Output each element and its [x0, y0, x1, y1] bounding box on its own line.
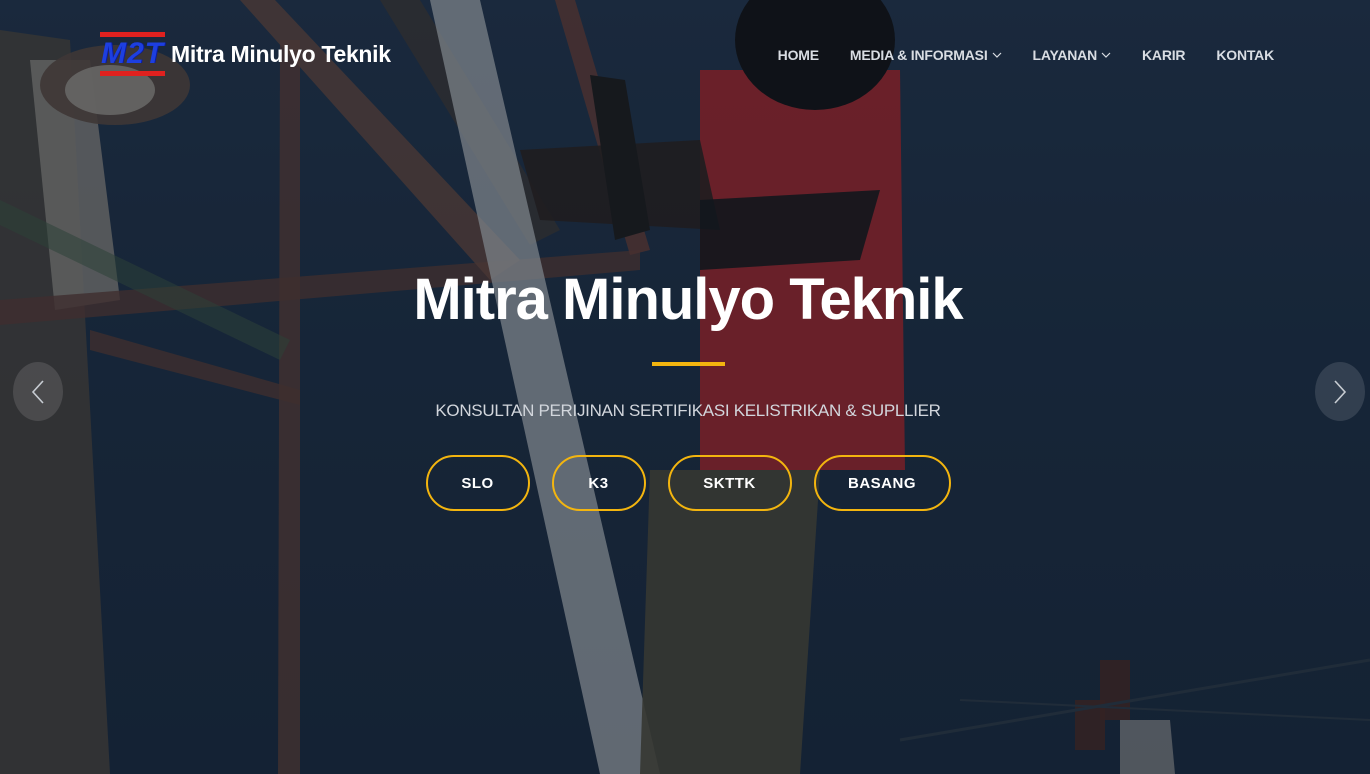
- nav-item-layanan[interactable]: LAYANAN: [1033, 44, 1111, 66]
- hero-subtitle: KONSULTAN PERIJINAN SERTIFIKASI KELISTRI…: [435, 401, 941, 420]
- title-divider: [652, 362, 725, 366]
- hero-dark-overlay: [0, 0, 1370, 774]
- nav-item-label: LAYANAN: [1032, 47, 1098, 63]
- hero-title: Mitra Minulyo Teknik: [413, 267, 963, 332]
- brand-link[interactable]: M2T Mitra Minulyo Teknik: [100, 32, 391, 76]
- logo-text: M2T: [101, 37, 164, 70]
- nav-item-label: HOME: [777, 47, 819, 63]
- k3-button[interactable]: K3: [551, 455, 646, 511]
- chevron-right-icon: [1334, 379, 1347, 404]
- chevron-left-icon: [31, 379, 44, 404]
- skttk-button[interactable]: SKTTK: [667, 455, 792, 511]
- nav-item-label: MEDIA & INFORMASI: [849, 47, 988, 63]
- nav-item-label: KONTAK: [1216, 47, 1274, 63]
- hero-background-image: [0, 0, 1370, 774]
- nav-item-home[interactable]: HOME: [778, 44, 819, 66]
- basang-button[interactable]: BASANG: [813, 455, 951, 511]
- site-header: M2T Mitra Minulyo Teknik HOME MEDIA & IN…: [0, 0, 1370, 110]
- nav-item-label: KARIR: [1142, 47, 1186, 63]
- carousel-next-button[interactable]: [1315, 362, 1365, 421]
- brand-name: Mitra Minulyo Teknik: [171, 40, 391, 67]
- nav-item-karir[interactable]: KARIR: [1142, 44, 1186, 66]
- chevron-down-icon: [1101, 50, 1111, 60]
- carousel-prev-button[interactable]: [13, 362, 63, 421]
- slo-button[interactable]: SLO: [425, 455, 530, 511]
- chevron-down-icon: [992, 50, 1002, 60]
- main-nav: HOME MEDIA & INFORMASI LAYANAN KARIR KON…: [778, 44, 1275, 66]
- service-button-row: SLO K3 SKTTK BASANG: [0, 455, 1370, 511]
- m2t-logo: M2T: [100, 32, 165, 76]
- logo-red-bar-bottom: [100, 71, 165, 76]
- nav-item-media-informasi[interactable]: MEDIA & INFORMASI: [850, 44, 1002, 66]
- nav-item-kontak[interactable]: KONTAK: [1216, 44, 1274, 66]
